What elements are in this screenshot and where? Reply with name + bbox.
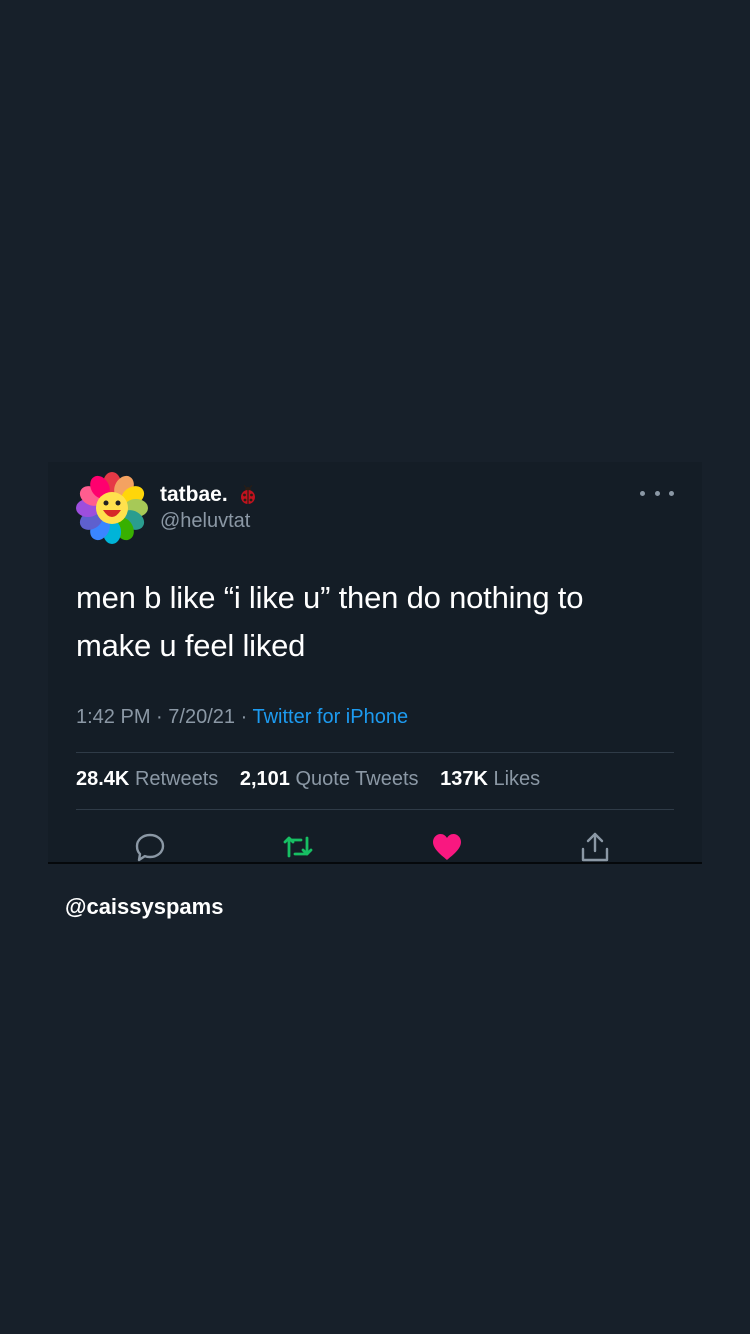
more-dot-icon xyxy=(654,490,660,496)
reply-button[interactable] xyxy=(133,830,167,864)
ladybug-icon xyxy=(240,485,255,504)
quote-tweets-label: Quote Tweets xyxy=(295,768,419,790)
retweet-icon xyxy=(283,836,313,858)
more-options-button[interactable] xyxy=(640,482,674,504)
tweet-stats: 28.4K Retweets 2,101 Quote Tweets 137K L… xyxy=(76,768,556,791)
tweet-actions xyxy=(48,830,702,864)
meta-separator: · xyxy=(240,706,248,728)
retweets-stat[interactable]: 28.4K Retweets xyxy=(76,768,224,790)
share-button[interactable] xyxy=(578,830,612,864)
avatar[interactable] xyxy=(76,472,148,544)
like-icon xyxy=(433,834,461,860)
quote-tweets-stat[interactable]: 2,101 Quote Tweets xyxy=(240,768,424,790)
display-name-row: tatbae. xyxy=(160,481,258,509)
tweet-card[interactable]: tatbae. @heluvtat men b like “i like u” … xyxy=(48,462,702,864)
watermark-handle: @caissyspams xyxy=(65,894,224,919)
more-dot-icon xyxy=(669,490,674,496)
quote-tweets-count: 2,101 xyxy=(239,768,290,790)
tweet-text: men b like “i like u” then do nothing to… xyxy=(76,580,584,663)
likes-count: 137K xyxy=(440,768,488,790)
tweet-date[interactable]: 7/20/21 xyxy=(168,706,235,728)
like-button[interactable] xyxy=(430,830,464,864)
divider xyxy=(76,809,674,810)
likes-label: Likes xyxy=(493,768,541,790)
rainbow-flower-icon xyxy=(76,472,148,544)
more-dot-icon xyxy=(640,490,645,496)
share-icon xyxy=(581,832,609,862)
display-name[interactable]: tatbae. xyxy=(160,483,228,507)
retweets-label: Retweets xyxy=(134,768,219,790)
retweet-button[interactable] xyxy=(281,830,315,864)
tweet-time[interactable]: 1:42 PM xyxy=(76,706,150,728)
divider xyxy=(76,752,674,753)
tweet-source-link[interactable]: Twitter for iPhone xyxy=(252,706,408,728)
tweet-meta: 1:42 PM · 7/20/21 · Twitter for iPhone xyxy=(76,706,408,729)
reply-icon xyxy=(135,833,165,862)
user-handle[interactable]: @heluvtat xyxy=(160,510,250,533)
retweets-count: 28.4K xyxy=(76,768,130,790)
likes-stat[interactable]: 137K Likes xyxy=(440,768,540,790)
meta-separator: · xyxy=(156,706,163,728)
